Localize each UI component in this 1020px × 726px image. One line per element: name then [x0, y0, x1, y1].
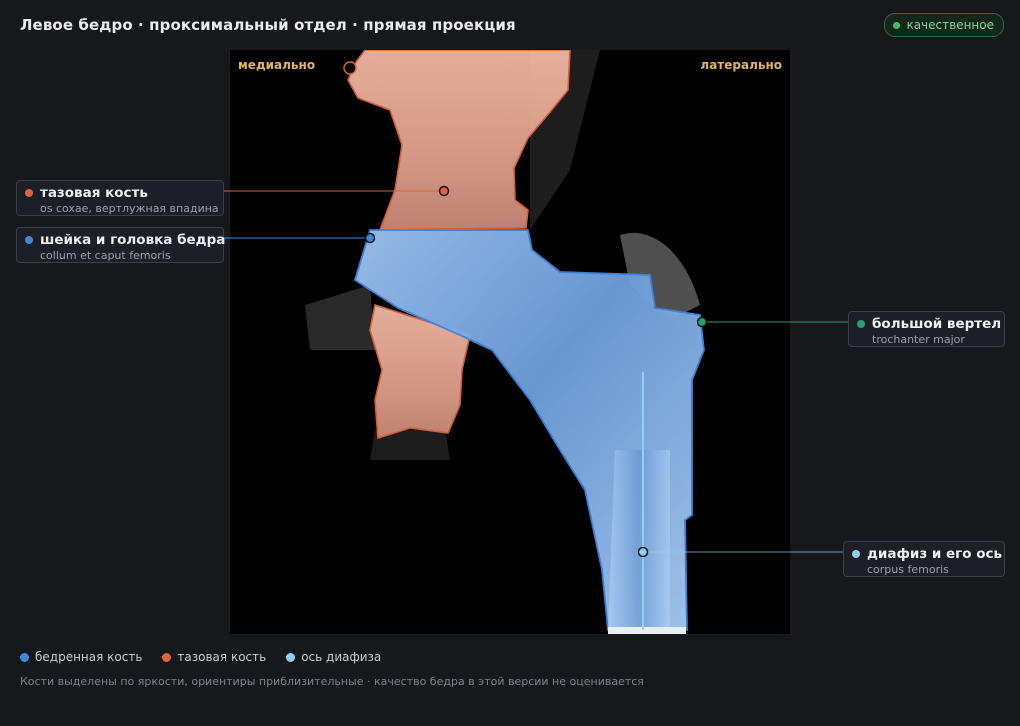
callout-trochanter-latin: trochanter major [872, 333, 965, 346]
xray-image [305, 50, 705, 634]
legend-item-shaft-axis: ось диафиза [286, 650, 381, 664]
status-dot-icon [893, 21, 901, 29]
page-title: Левое бедро · проксимальный отдел · прям… [20, 16, 516, 34]
callout-trochanter[interactable]: большой вертел trochanter major [848, 311, 1005, 347]
legend: бедренная кость тазовая кость ось диафиз… [20, 650, 381, 664]
orientation-lateral-label: латерально [700, 58, 782, 72]
quality-badge-label: качественное [906, 18, 994, 32]
callout-shaft[interactable]: диафиз и его ось corpus femoris [843, 541, 1005, 577]
orientation-medial-label: медиально [238, 58, 316, 72]
callout-femoral-neck[interactable]: шейка и головка бедра collum et caput fe… [16, 227, 226, 263]
pelvis-notch [343, 61, 357, 75]
shaft-highlight [608, 450, 670, 630]
trochanter-dot-icon [857, 320, 865, 328]
femur-dot-icon [25, 236, 33, 244]
callout-pelvis[interactable]: тазовая кость os coxae, вертлужная впади… [16, 180, 224, 216]
quality-badge: качественное [884, 13, 1004, 37]
callout-pelvis-name: тазовая кость [40, 185, 148, 201]
legend-femur-label: бедренная кость [35, 650, 143, 664]
pelvis-legend-icon [162, 652, 172, 662]
callout-trochanter-name: большой вертел [872, 316, 1002, 332]
femur-legend-icon [20, 652, 29, 662]
legend-pelvis-label: тазовая кость [177, 650, 267, 664]
medial-shadow [305, 285, 375, 350]
callout-pelvis-latin: os coxae, вертлужная впадина [40, 202, 219, 215]
callout-shaft-latin: corpus femoris [867, 563, 949, 576]
legend-shaft-axis-label: ось диафиза [301, 650, 382, 664]
callout-femoral-neck-latin: collum et caput femoris [40, 249, 171, 262]
shaft-dot-icon [852, 550, 860, 558]
legend-item-pelvis: тазовая кость [162, 650, 266, 664]
footnote: Кости выделены по яркости, ориентиры при… [20, 675, 644, 688]
callout-femoral-neck-name: шейка и головка бедра [40, 232, 226, 248]
pelvis-dot-icon [25, 189, 33, 197]
callout-shaft-name: диафиз и его ось [867, 546, 1003, 562]
legend-item-femur: бедренная кость [20, 650, 142, 664]
xray-viewer[interactable]: медиально латерально [230, 50, 790, 634]
film-edge [608, 627, 686, 634]
shaft-axis-legend-icon [286, 652, 296, 662]
